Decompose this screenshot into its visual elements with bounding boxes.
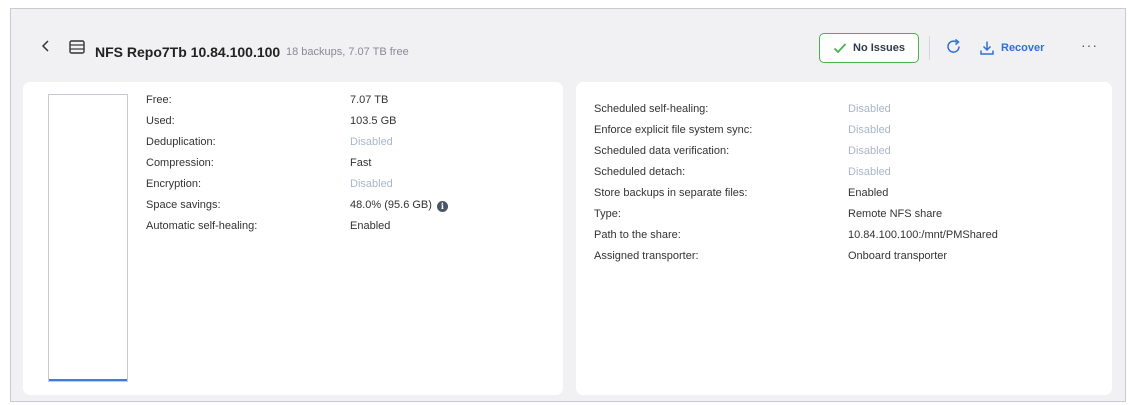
page-subtitle: 18 backups, 7.07 TB free <box>286 46 409 58</box>
property-value-text: Disabled <box>848 166 891 178</box>
property-value-text: Fast <box>350 157 372 169</box>
property-label: Scheduled data verification: <box>594 145 730 157</box>
recover-label: Recover <box>1001 42 1045 54</box>
property-value-text: Enabled <box>350 220 391 232</box>
property-label: Free: <box>146 94 172 106</box>
more-icon[interactable]: ··· <box>1081 37 1098 53</box>
property-label: Space savings: <box>146 199 221 211</box>
repository-details-window: NFS Repo7Tb 10.84.100.100 18 backups, 7.… <box>10 8 1126 402</box>
property-value-text: Onboard transporter <box>848 250 948 262</box>
property-value: Enabled <box>848 185 888 201</box>
property-label: Compression: <box>146 157 214 169</box>
page-title: NFS Repo7Tb 10.84.100.100 <box>95 44 281 60</box>
property-value: 48.0% (95.6 GB) i <box>350 197 448 213</box>
checkmark-icon <box>833 43 847 54</box>
property-label: Used: <box>146 115 175 127</box>
recover-button[interactable]: Recover <box>979 38 1044 58</box>
status-label: No Issues <box>853 42 905 54</box>
property-label: Scheduled detach: <box>594 166 686 178</box>
property-value-text: 7.07 TB <box>350 94 389 106</box>
property-value: Disabled <box>848 101 891 117</box>
property-label: Path to the share: <box>594 229 681 241</box>
property-value-text: Disabled <box>350 178 393 190</box>
storage-summary-card: Free: 7.07 TB Used: 103.5 GB Deduplication: D… <box>23 82 563 395</box>
property-value: Remote NFS share <box>848 206 942 222</box>
usage-chart <box>48 94 128 382</box>
property-value-text: Disabled <box>848 103 891 115</box>
property-value: Enabled <box>350 218 390 234</box>
property-label: Store backups in separate files: <box>594 187 748 199</box>
property-value: Fast <box>350 155 371 171</box>
property-value: Onboard transporter <box>848 248 947 264</box>
property-value-text: Enabled <box>848 187 889 199</box>
property-value-text: 48.0% (95.6 GB) <box>350 199 432 211</box>
refresh-icon[interactable] <box>945 38 963 56</box>
chevron-left-icon[interactable] <box>39 38 53 54</box>
property-value: 7.07 TB <box>350 92 388 108</box>
property-value: Disabled <box>350 176 393 192</box>
property-value-text: 10.84.100.100:/mnt/PMShared <box>848 229 998 241</box>
property-value: Disabled <box>848 122 891 138</box>
property-value: 10.84.100.100:/mnt/PMShared <box>848 227 998 243</box>
property-value-text: Disabled <box>350 136 393 148</box>
property-value: 103.5 GB <box>350 113 396 129</box>
usage-bar <box>49 379 127 381</box>
property-label: Enforce explicit file system sync: <box>594 124 753 136</box>
property-label: Scheduled self-healing: <box>594 103 709 115</box>
property-label: Encryption: <box>146 178 202 190</box>
property-value: Disabled <box>848 143 891 159</box>
property-value-text: Disabled <box>848 124 891 136</box>
property-value-text: Disabled <box>848 145 891 157</box>
property-label: Deduplication: <box>146 136 216 148</box>
property-value: Disabled <box>350 134 393 150</box>
repository-settings-card: Scheduled self-healing: Disabled Enforce e… <box>576 82 1112 395</box>
repository-icon <box>69 40 85 54</box>
property-label: Automatic self-healing: <box>146 220 258 232</box>
header-bar: NFS Repo7Tb 10.84.100.100 18 backups, 7.… <box>11 9 1125 81</box>
toolbar-divider <box>929 36 930 60</box>
property-value: Disabled <box>848 164 891 180</box>
property-label: Type: <box>594 208 621 220</box>
download-icon <box>980 41 994 55</box>
property-value-text: 103.5 GB <box>350 115 397 127</box>
status-button[interactable]: No Issues <box>819 33 919 63</box>
info-icon[interactable]: i <box>436 201 448 212</box>
property-value-text: Remote NFS share <box>848 208 943 220</box>
property-label: Assigned transporter: <box>594 250 699 262</box>
